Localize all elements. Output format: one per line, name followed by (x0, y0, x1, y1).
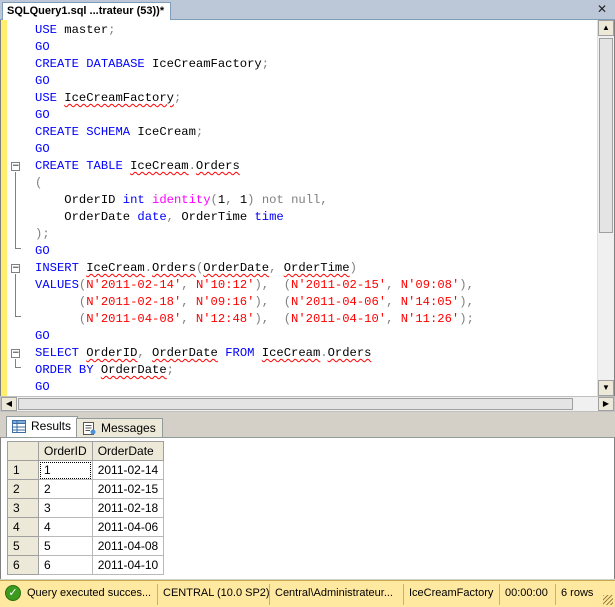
cell-orderdate[interactable]: 2011-02-15 (91, 479, 165, 499)
row-number[interactable]: 2 (7, 479, 39, 499)
cell-orderid[interactable]: 5 (38, 536, 93, 556)
code-line: GO (35, 40, 50, 54)
cell-orderid[interactable]: 2 (38, 479, 93, 499)
collapse-icon[interactable]: − (11, 349, 20, 358)
grid-corner[interactable] (7, 441, 39, 461)
code-line: VALUES(N'2011-02-14', N'10:12'), (N'2011… (35, 278, 474, 292)
cell-orderdate[interactable]: 2011-02-18 (91, 498, 165, 518)
code-line: (N'2011-04-08', N'12:48'), (N'2011-04-10… (35, 312, 474, 326)
scroll-thumb[interactable] (599, 38, 613, 233)
results-grid-pane[interactable]: OrderID OrderDate 1 1 2011-02-14 2 2 2011-02-… (0, 437, 615, 579)
code-line: GO (35, 380, 50, 394)
results-tab-strip: Results Messages (0, 414, 615, 438)
query-document-tab-label: SQLQuery1.sql ...trateur (53))* (7, 5, 165, 17)
tab-results-label: Results (31, 419, 72, 433)
code-line: ( (35, 176, 43, 190)
status-bar: ✓ Query executed succes... CENTRAL (10.0… (0, 580, 615, 607)
row-number[interactable]: 6 (7, 555, 39, 575)
scroll-up-icon[interactable]: ▲ (598, 20, 614, 36)
code-line: USE IceCreamFactory; (35, 91, 182, 105)
status-message: Query executed succes... (27, 587, 152, 599)
code-line: GO (35, 108, 50, 122)
cell-orderid[interactable]: 4 (38, 517, 93, 537)
tab-messages-label: Messages (101, 421, 156, 435)
code-line: GO (35, 74, 50, 88)
code-line: CREATE DATABASE IceCreamFactory; (35, 57, 270, 71)
sql-code: USE master; GO CREATE DATABASE IceCreamFac… (35, 22, 474, 396)
table-row[interactable]: 3 3 2011-02-18 (7, 498, 165, 518)
code-line: GO (35, 244, 50, 258)
row-number[interactable]: 3 (7, 498, 39, 518)
table-row[interactable]: 6 6 2011-04-10 (7, 555, 165, 575)
scroll-thumb[interactable] (18, 398, 573, 410)
cell-orderid[interactable]: 6 (38, 555, 93, 575)
code-line: OrderDate date, OrderTime time (35, 210, 284, 224)
cell-orderdate[interactable]: 2011-02-14 (91, 460, 165, 480)
query-document-tab[interactable]: SQLQuery1.sql ...trateur (53))* (2, 2, 172, 21)
check-icon: ✓ (5, 585, 21, 601)
cell-orderdate[interactable]: 2011-04-06 (91, 517, 165, 537)
table-row[interactable]: 2 2 2011-02-15 (7, 479, 165, 499)
table-row[interactable]: 4 4 2011-04-06 (7, 517, 165, 537)
cell-orderid[interactable]: 1 (38, 460, 93, 480)
status-elapsed: 00:00:00 (499, 584, 555, 605)
document-tab-strip: SQLQuery1.sql ...trateur (53))* ✕ (0, 0, 615, 21)
code-line: CREATE SCHEMA IceCream; (35, 125, 204, 139)
row-number[interactable]: 1 (7, 460, 39, 480)
sql-editor[interactable]: − − − USE master; GO CREATE DATABASE IceCr… (0, 20, 615, 396)
outline-margin: − − − (11, 20, 31, 396)
messages-icon (83, 422, 96, 435)
collapse-icon[interactable]: − (11, 264, 20, 273)
row-number[interactable]: 4 (7, 517, 39, 537)
code-line: OrderID int identity(1, 1) not null, (35, 193, 328, 207)
status-user: Central\Administrateur... (269, 584, 403, 605)
table-row[interactable]: 1 1 2011-02-14 (7, 460, 165, 480)
status-database: IceCreamFactory (403, 584, 499, 605)
status-server: CENTRAL (10.0 SP2) (157, 584, 269, 605)
cell-orderid[interactable]: 3 (38, 498, 93, 518)
code-line: GO (35, 329, 50, 343)
cell-orderdate[interactable]: 2011-04-08 (91, 536, 165, 556)
table-row[interactable]: 5 5 2011-04-08 (7, 536, 165, 556)
editor-horizontal-scrollbar[interactable]: ◀ ▶ (0, 396, 615, 412)
column-header[interactable]: OrderID (38, 441, 93, 461)
change-tracking-bar (1, 20, 7, 396)
cell-orderdate[interactable]: 2011-04-10 (91, 555, 165, 575)
tab-messages[interactable]: Messages (76, 418, 163, 438)
code-line: CREATE TABLE IceCream.Orders (35, 159, 240, 173)
code-line: GO (35, 142, 50, 156)
code-line: USE master; (35, 23, 116, 37)
results-grid[interactable]: OrderID OrderDate 1 1 2011-02-14 2 2 2011-02-… (7, 441, 165, 575)
row-number[interactable]: 5 (7, 536, 39, 556)
column-header[interactable]: OrderDate (91, 441, 165, 461)
collapse-icon[interactable]: − (11, 162, 20, 171)
resize-grip[interactable] (603, 595, 613, 605)
code-line: ); (35, 227, 50, 241)
scroll-left-icon[interactable]: ◀ (1, 397, 17, 411)
close-icon[interactable]: ✕ (595, 2, 609, 16)
code-line: INSERT IceCream.Orders(OrderDate, OrderT… (35, 261, 357, 275)
code-line: ORDER BY OrderDate; (35, 363, 174, 377)
scroll-right-icon[interactable]: ▶ (598, 397, 614, 411)
code-line: SELECT OrderID, OrderDate FROM IceCream.… (35, 346, 372, 360)
scroll-down-icon[interactable]: ▼ (598, 380, 614, 396)
tab-results[interactable]: Results (6, 416, 79, 438)
editor-vertical-scrollbar[interactable]: ▲ ▼ (597, 20, 614, 396)
grid-icon (12, 420, 26, 433)
code-line: (N'2011-02-18', N'09:16'), (N'2011-04-06… (35, 295, 474, 309)
